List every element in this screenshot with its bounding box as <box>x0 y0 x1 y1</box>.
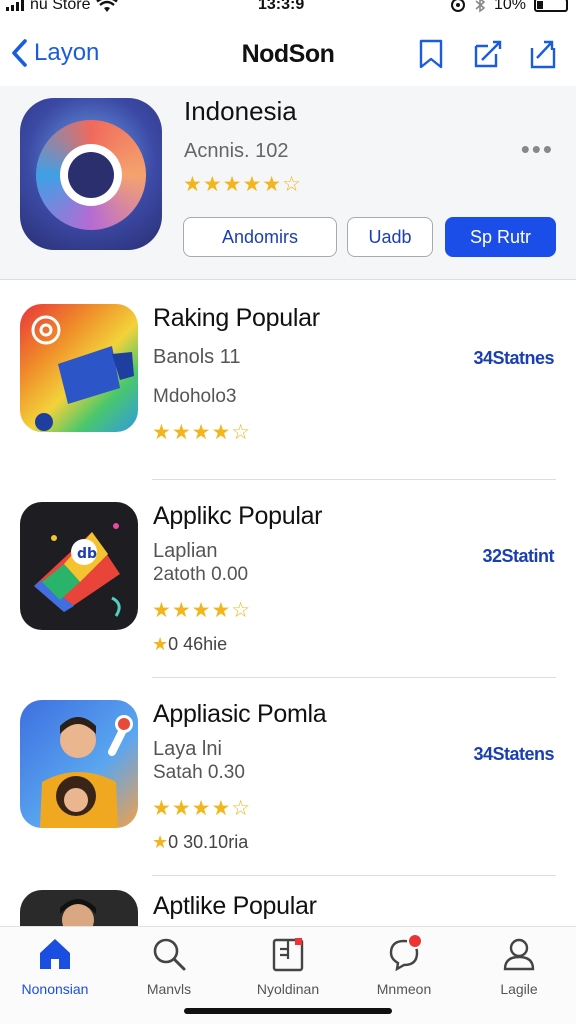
home-icon <box>36 935 74 973</box>
tab-label: Mnmeon <box>376 981 432 997</box>
list-item-extra-text: 0 30.10ria <box>168 832 249 852</box>
bluetooth-icon <box>475 0 486 13</box>
tab-label: Nononsian <box>21 981 89 997</box>
status-left: nu Store <box>6 0 119 14</box>
list-item-title: Aptlike Popular <box>153 892 317 920</box>
nav-bar: Layon NodSon <box>0 30 576 80</box>
list-item-subtitle: Laplian <box>153 540 218 562</box>
tab-label: Manvls <box>146 981 192 997</box>
app-icon: db <box>20 502 138 630</box>
list-item-title: Appliasic Pomla <box>153 700 327 728</box>
location-icon <box>450 0 465 12</box>
list-item-status[interactable]: 34Statens <box>473 744 554 765</box>
list-item-detail: Satah 0.30 <box>153 762 245 783</box>
svg-text:db: db <box>77 546 97 562</box>
share-icon[interactable] <box>528 38 558 70</box>
search-icon <box>150 935 188 973</box>
list-item[interactable]: db Applikc Popular Laplian 2atoth 0.00 ★… <box>0 480 576 678</box>
status-time: 13:3:9 <box>258 0 305 13</box>
list-item-extra: ★0 46hie <box>152 634 227 655</box>
list-item[interactable]: Raking Popular Banols 11 Mdoholo3 ★★★★☆ … <box>0 282 576 480</box>
bookmark-icon[interactable] <box>416 38 446 70</box>
more-options-icon[interactable]: ••• <box>521 134 554 165</box>
tab-label: Nyoldinan <box>256 981 320 997</box>
star-icon: ★ <box>152 634 169 654</box>
list-item-subtitle: Laya lni <box>153 738 222 760</box>
primary-action-button[interactable]: Sp Rutr <box>445 217 556 257</box>
list-item-detail: 2atoth 0.00 <box>153 564 249 585</box>
list-item[interactable]: Aptlike Popular <box>0 872 576 926</box>
nav-actions <box>416 38 558 70</box>
app-subtitle: Acnnis. 102 <box>184 140 289 162</box>
list-item-title: Applikc Popular <box>153 502 323 530</box>
list-item-detail: Mdoholo3 <box>153 386 237 407</box>
app-icon <box>20 98 162 250</box>
battery-percent: 10% <box>493 0 526 13</box>
list-item-title: Raking Popular <box>153 304 320 332</box>
tab-documents[interactable]: Nyoldinan <box>238 935 338 997</box>
list-item-status[interactable]: 32Statint <box>482 546 554 567</box>
status-right: 10% <box>450 0 568 14</box>
app-icon <box>20 890 138 926</box>
tab-messages[interactable]: Mnmeon <box>354 933 454 997</box>
list-item-stars: ★★★★☆ <box>152 599 252 622</box>
app-header-card: Indonesia Acnnis. 102 ★★★★★☆ ••• Andomir… <box>0 86 576 280</box>
status-bar: nu Store 13:3:9 10% <box>0 0 576 18</box>
list-item-stars: ★★★★☆ <box>152 421 252 444</box>
notification-badge <box>407 933 423 949</box>
person-icon <box>500 935 538 973</box>
carrier-label: nu Store <box>30 0 91 13</box>
home-indicator[interactable] <box>184 1008 392 1014</box>
list-item-stars: ★★★★☆ <box>152 797 252 820</box>
uadb-button[interactable]: Uadb <box>347 217 433 257</box>
wifi-icon <box>96 0 119 12</box>
tab-home[interactable]: Nononsian <box>5 935 105 997</box>
compose-icon[interactable] <box>472 38 502 70</box>
list-item-extra-text: 0 46hie <box>168 634 228 654</box>
andomirs-button[interactable]: Andomirs <box>183 217 337 257</box>
battery-icon <box>534 0 568 12</box>
list-item-extra: ★0 30.10ria <box>152 832 248 853</box>
app-icon <box>20 700 138 828</box>
tab-label: Lagile <box>500 981 538 997</box>
app-rating-stars: ★★★★★☆ <box>183 173 302 196</box>
list-item[interactable]: Appliasic Pomla Laya lni Satah 0.30 ★★★★… <box>0 678 576 876</box>
app-title: Indonesia <box>184 96 297 126</box>
list-item-status[interactable]: 34Statnes <box>473 348 554 369</box>
chat-icon <box>385 933 423 973</box>
list-item-subtitle: Banols 11 <box>153 346 241 368</box>
app-icon <box>20 304 138 432</box>
document-icon <box>269 935 307 973</box>
signal-icon <box>6 0 24 11</box>
tab-profile[interactable]: Lagile <box>469 935 569 997</box>
star-icon: ★ <box>152 832 169 852</box>
tab-search[interactable]: Manvls <box>119 935 219 997</box>
